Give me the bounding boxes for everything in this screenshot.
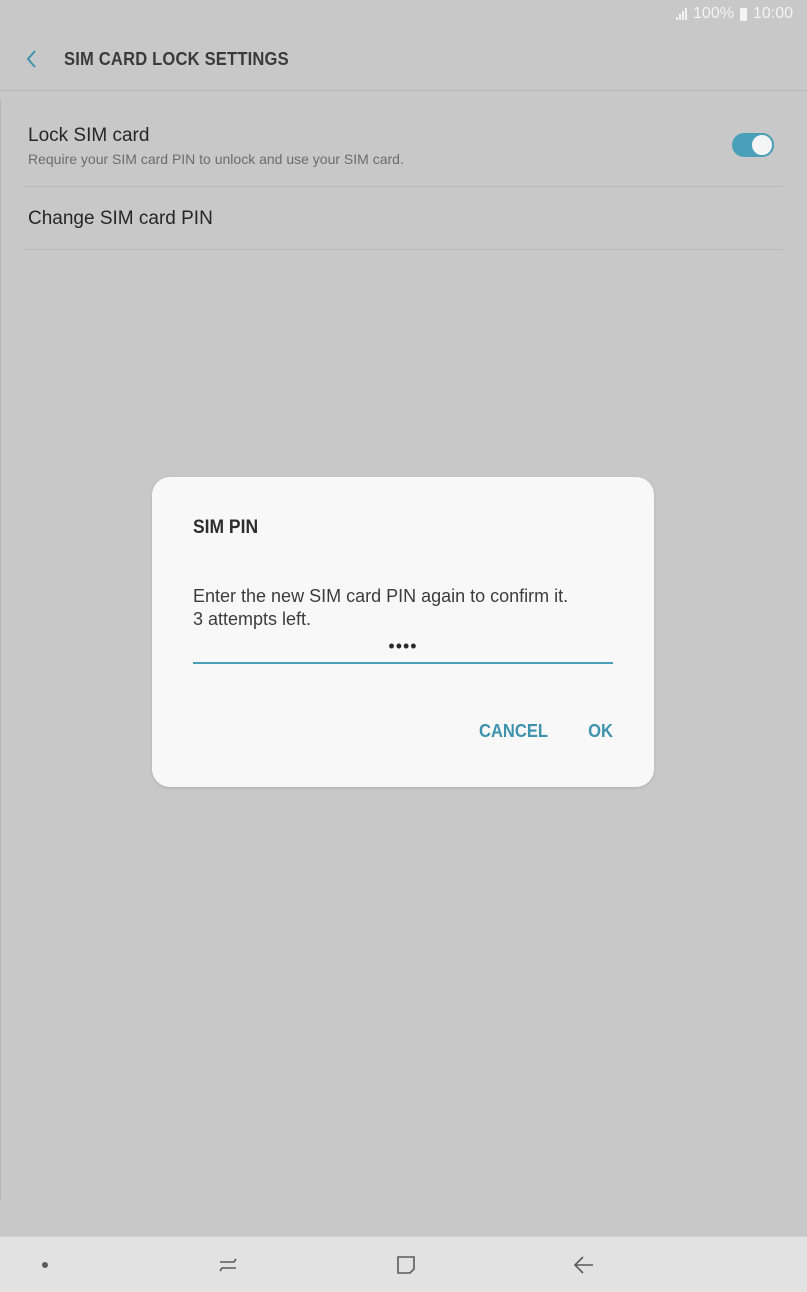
back-chevron-icon	[26, 50, 36, 68]
panel-edge	[0, 100, 1, 1200]
settings-list: Lock SIM card Require your SIM card PIN …	[24, 103, 783, 250]
ok-button[interactable]: OK	[588, 721, 613, 742]
app-bar: SIM CARD LOCK SETTINGS	[0, 28, 807, 90]
nav-dot-button[interactable]	[15, 1237, 75, 1292]
signal-icon	[676, 8, 688, 20]
cancel-button[interactable]: CANCEL	[479, 721, 548, 742]
nav-back-button[interactable]	[554, 1237, 614, 1292]
attempts-left-text: 3 attempts left.	[193, 609, 312, 629]
toggle-knob	[750, 133, 774, 157]
battery-percent: 100%	[693, 5, 734, 22]
lock-sim-card-description: Require your SIM card PIN to unlock and …	[28, 151, 404, 167]
recents-icon	[219, 1258, 237, 1271]
back-button[interactable]	[0, 28, 64, 90]
change-sim-pin-row[interactable]: Change SIM card PIN	[24, 187, 783, 250]
recents-button[interactable]	[198, 1237, 258, 1292]
page-title: SIM CARD LOCK SETTINGS	[64, 48, 289, 69]
lock-sim-card-row[interactable]: Lock SIM card Require your SIM card PIN …	[24, 103, 783, 187]
change-sim-pin-title: Change SIM card PIN	[28, 208, 213, 229]
lock-sim-card-title: Lock SIM card	[28, 125, 150, 146]
clock: 10:00	[752, 5, 793, 22]
dialog-title: SIM PIN	[193, 517, 259, 538]
navigation-bar	[0, 1236, 807, 1292]
dialog-message-line: Enter the new SIM card PIN again to conf…	[193, 586, 569, 606]
dialog-message: Enter the new SIM card PIN again to conf…	[193, 585, 633, 631]
pin-input[interactable]	[193, 630, 613, 664]
battery-icon	[739, 7, 747, 21]
home-icon	[397, 1255, 415, 1274]
status-bar: 100% 10:00	[0, 0, 807, 28]
back-arrow-icon	[573, 1255, 593, 1274]
sim-pin-dialog: SIM PIN Enter the new SIM card PIN again…	[152, 477, 654, 787]
nav-dot-icon	[42, 1261, 48, 1268]
dialog-actions: CANCEL OK	[476, 721, 614, 742]
lock-sim-card-toggle[interactable]	[732, 133, 774, 157]
home-button[interactable]	[376, 1237, 436, 1292]
app-bar-divider	[0, 90, 807, 91]
